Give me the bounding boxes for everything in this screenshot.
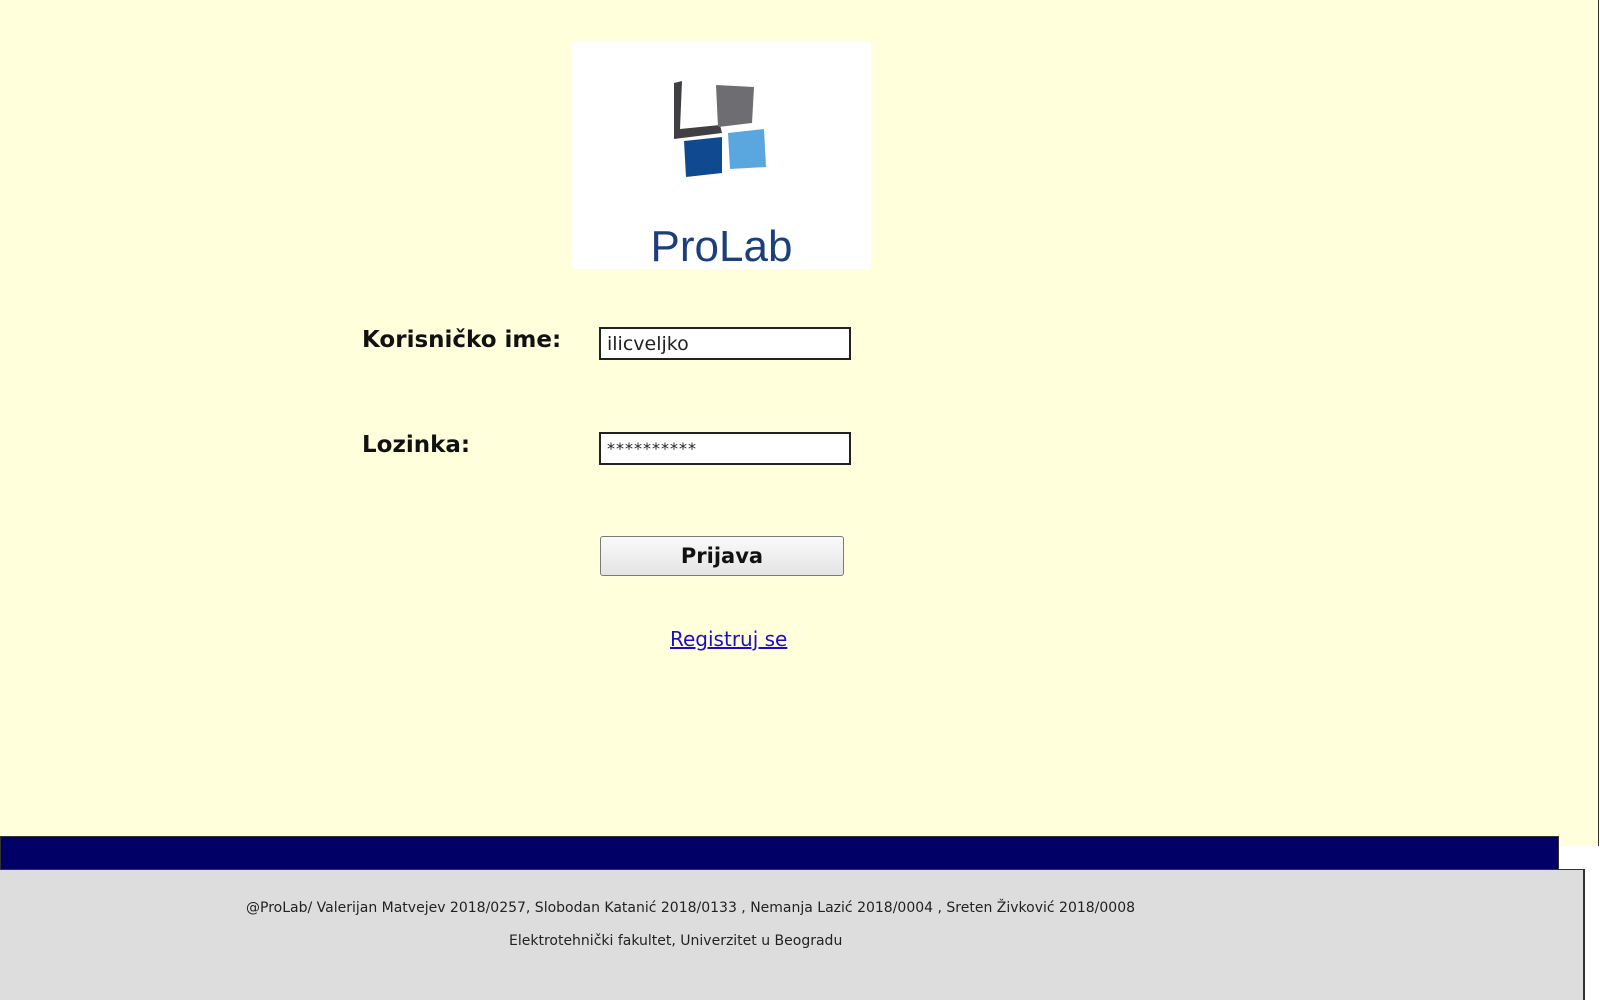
password-input[interactable] (599, 432, 851, 465)
username-input[interactable] (599, 327, 851, 360)
login-page: ProLab Korisničko ime: Lozinka: Prijava … (0, 0, 1600, 1000)
logo-navy-square (684, 137, 722, 177)
prolab-logo: ProLab (572, 41, 871, 269)
footer-institution: Elektrotehnički fakultet, Univerzitet u … (509, 933, 843, 949)
main-content-area: ProLab Korisničko ime: Lozinka: Prijava … (0, 0, 1599, 846)
username-label: Korisničko ime: (362, 327, 562, 353)
footer-stripe (0, 836, 1559, 871)
footer: @ProLab/ Valerijan Matvejev 2018/0257, S… (0, 869, 1585, 1000)
login-button[interactable]: Prijava (600, 536, 844, 576)
password-label: Lozinka: (362, 432, 471, 458)
logo-bracket-shape (674, 81, 722, 139)
logo-lightblue-square (728, 129, 766, 169)
logo-wordmark: ProLab (650, 222, 793, 271)
logo-gray-square (716, 85, 754, 127)
register-link[interactable]: Registruj se (670, 627, 787, 651)
footer-credits: @ProLab/ Valerijan Matvejev 2018/0257, S… (246, 900, 1136, 916)
